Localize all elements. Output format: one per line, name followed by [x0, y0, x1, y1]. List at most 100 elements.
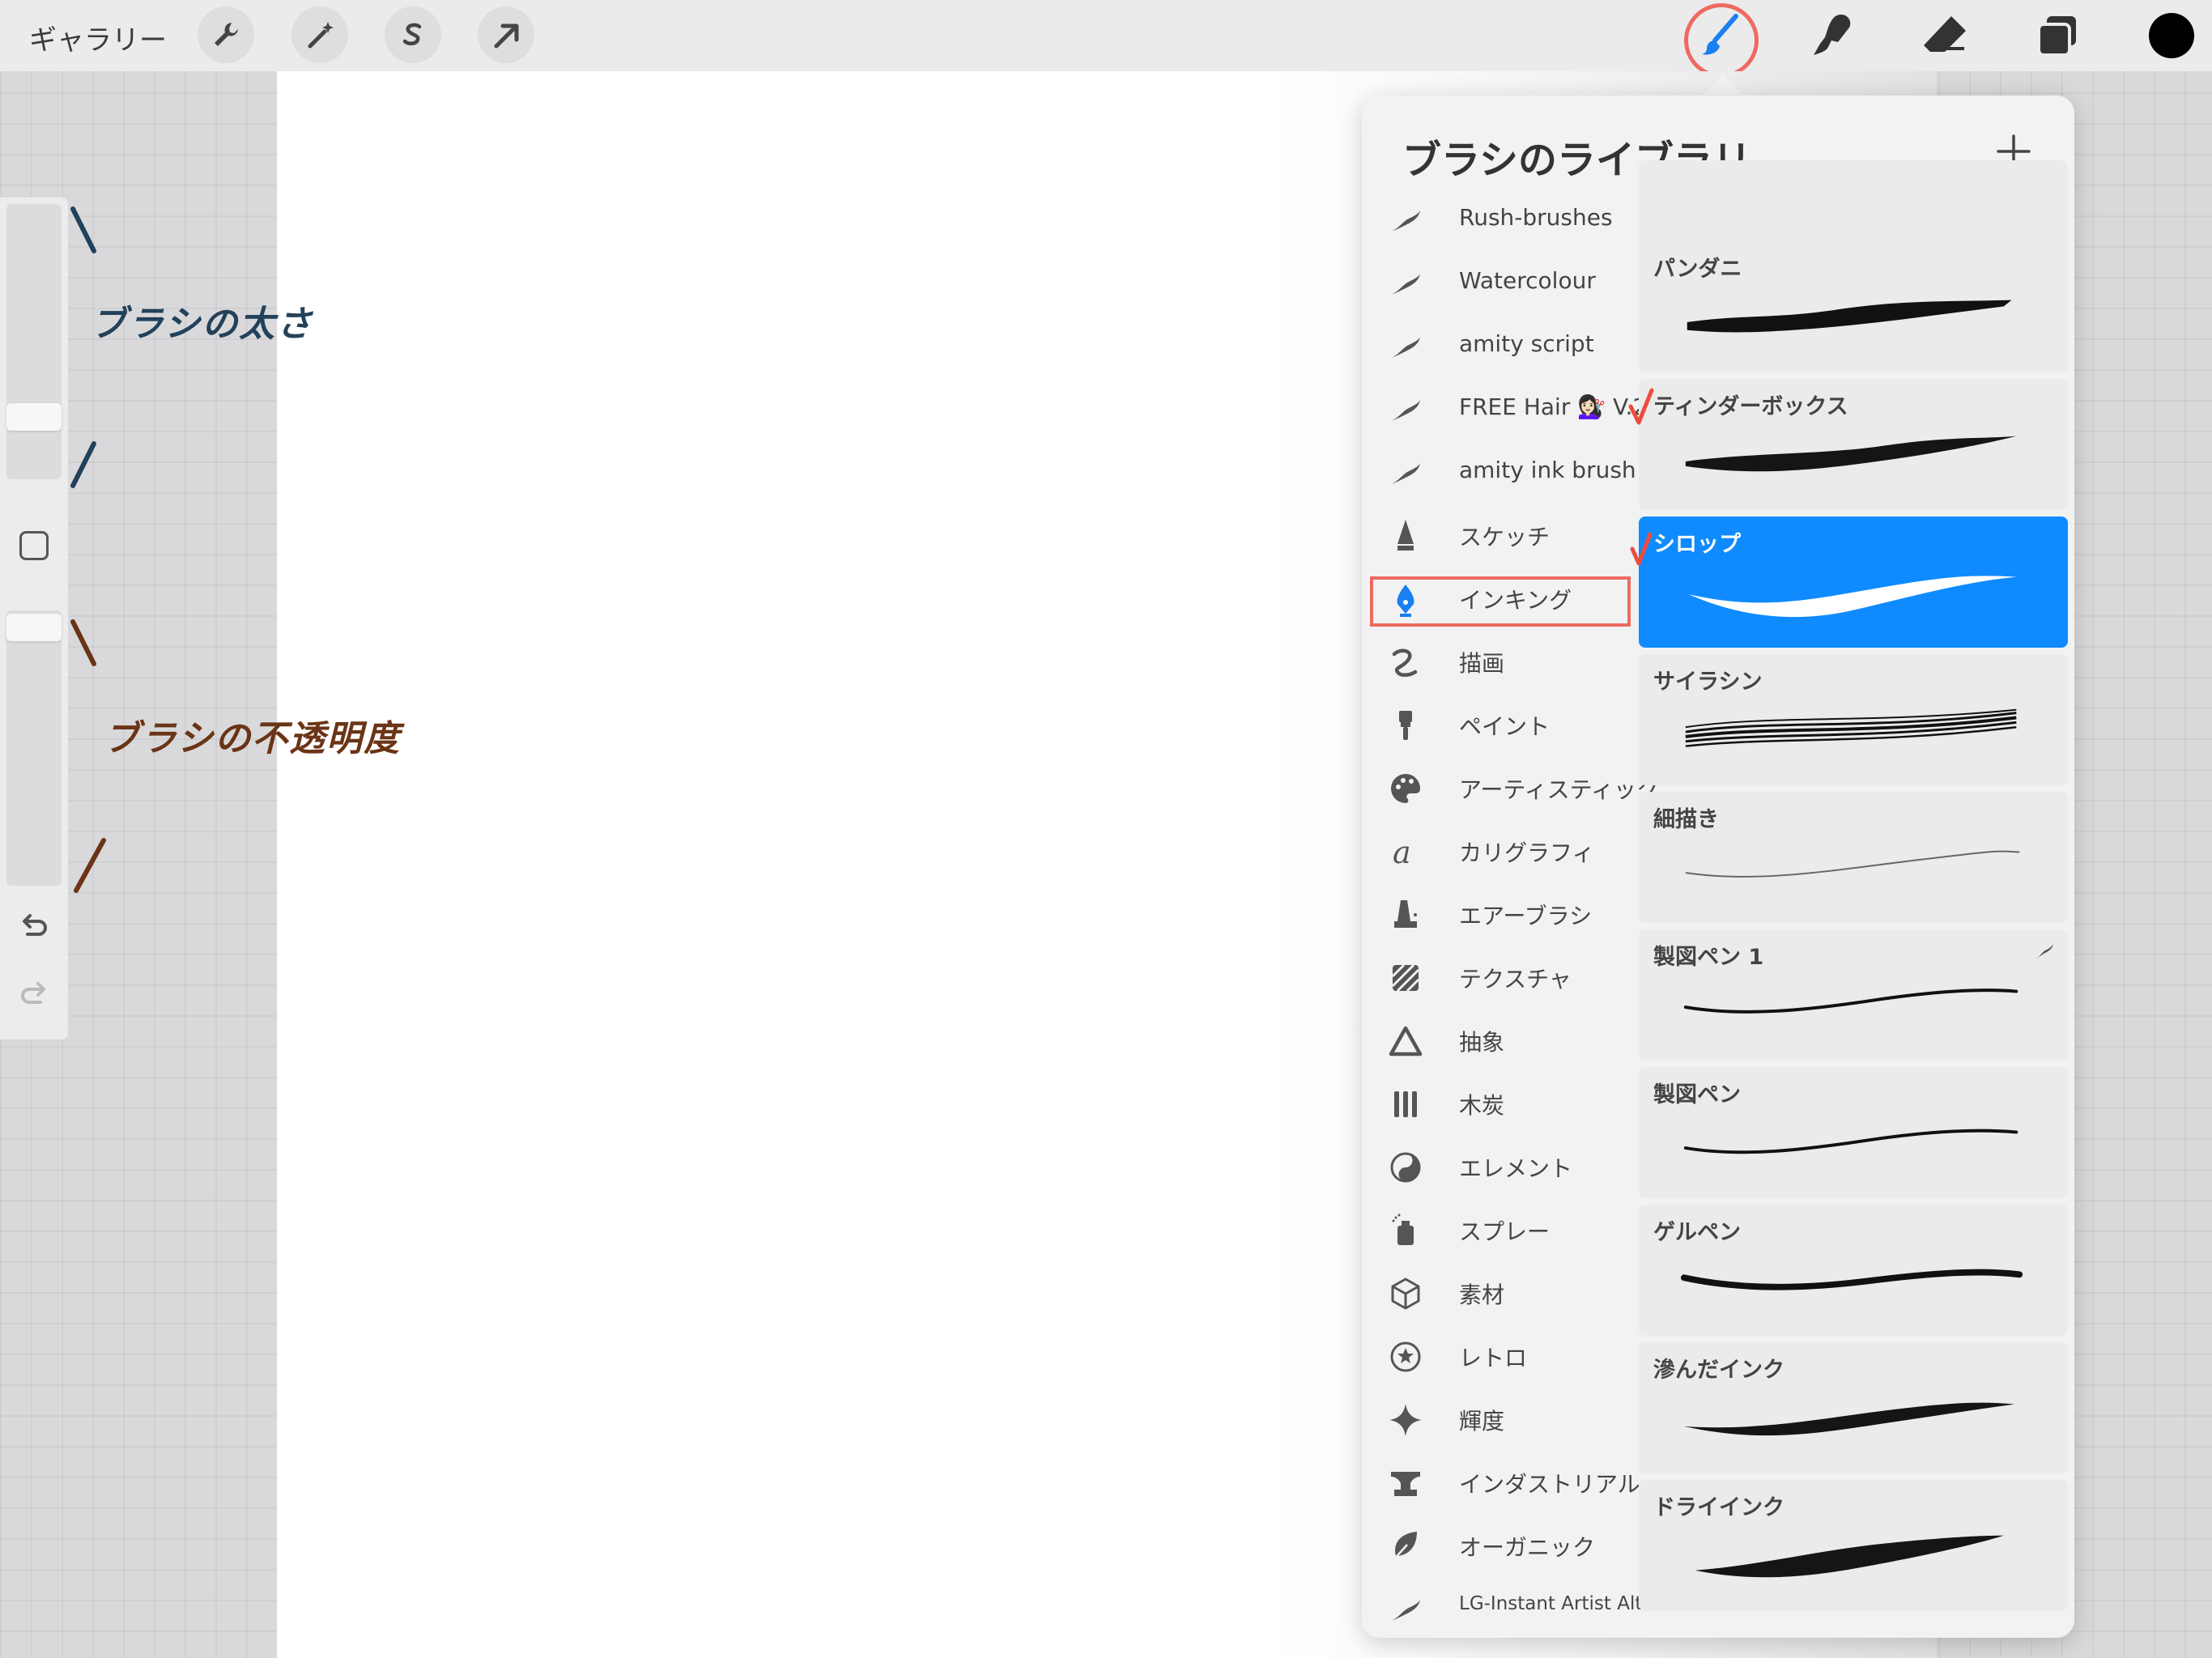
- opacity-bracket-top: [70, 619, 96, 666]
- brush-card[interactable]: 滲んだインク: [1639, 1342, 2068, 1473]
- brush-stroke-preview: [1685, 850, 2020, 878]
- brush-card[interactable]: ゲルペン: [1639, 1205, 2068, 1336]
- brush-category-item[interactable]: amity script: [1370, 316, 1605, 377]
- brush-category-item[interactable]: エレメント: [1370, 1137, 1605, 1198]
- brush-opacity-slider[interactable]: [6, 610, 62, 886]
- brush-category-item[interactable]: レトロ: [1370, 1326, 1605, 1388]
- brush-category-item[interactable]: Watercolour: [1370, 253, 1605, 314]
- undo-icon[interactable]: [18, 910, 50, 942]
- brush-stroke-preview: [1695, 1535, 2004, 1578]
- brush-card[interactable]: ドライインク: [1639, 1480, 2068, 1611]
- brush-card[interactable]: シロップ: [1639, 517, 2068, 648]
- brush-stroke-preview: [1683, 1402, 2015, 1436]
- cube-icon: [1388, 1276, 1423, 1312]
- brush-category-label: FREE Hair 💇🏻‍♀️ V.2: [1459, 393, 1648, 420]
- magic-wand-icon[interactable]: [291, 6, 348, 63]
- wrench-icon[interactable]: [198, 6, 254, 63]
- brush-stroke-icon: [1388, 1592, 1423, 1627]
- brush-category-label: amity script: [1459, 330, 1594, 357]
- brush-stroke-preview: [1685, 436, 2017, 472]
- yin-yang-icon: [1388, 1150, 1423, 1185]
- brush-size-slider[interactable]: [6, 204, 62, 479]
- brush-size-annotation: ブラシの太さ: [91, 304, 314, 345]
- redo-icon[interactable]: [18, 978, 50, 1010]
- brush-category-item[interactable]: 抽象: [1370, 1010, 1605, 1072]
- brush-category-label: 描画: [1459, 650, 1505, 677]
- layers-icon[interactable]: [2032, 10, 2084, 62]
- brush-card[interactable]: 細描き: [1639, 792, 2068, 923]
- brush-card[interactable]: 製図ペン 1: [1639, 929, 2068, 1061]
- brush-category-item[interactable]: a カリグラフィ: [1370, 821, 1605, 882]
- brush-stroke-icon: [1388, 266, 1423, 301]
- brush-category-item[interactable]: スケッチ: [1370, 505, 1605, 567]
- squiggle-icon: [1388, 644, 1423, 680]
- brush-category-item[interactable]: amity ink brush: [1370, 442, 1636, 504]
- gallery-button[interactable]: ギャラリー: [29, 18, 167, 57]
- brush-opacity-thumb[interactable]: [6, 614, 62, 641]
- brush-stroke-preview: [1680, 1269, 2023, 1290]
- brush-category-item[interactable]: ペイント: [1370, 695, 1605, 756]
- brush-category-item[interactable]: FREE Hair 💇🏻‍♀️ V.2: [1370, 379, 1647, 440]
- brush-category-label: アーティスティック: [1459, 776, 1659, 803]
- brush-card[interactable]: サイラシン: [1639, 654, 2068, 785]
- brush-stroke-icon: [1388, 329, 1423, 364]
- charcoal-icon: [1388, 1086, 1423, 1122]
- calligraphy-a-icon: a: [1388, 834, 1423, 870]
- brush-name-label: サイラシン: [1653, 670, 1763, 695]
- brush-category-label: インダストリアル: [1459, 1471, 1640, 1498]
- brush-category-item[interactable]: インダストリアル: [1370, 1452, 1640, 1514]
- brush-category-item[interactable]: 輝度: [1370, 1389, 1605, 1451]
- brush-category-item[interactable]: LG-Instant Artist Alt: [1370, 1579, 1642, 1638]
- brush-name-label: シロップ: [1653, 532, 1741, 557]
- eraser-icon[interactable]: [1919, 10, 1971, 62]
- brush-category-item[interactable]: エアーブラシ: [1370, 884, 1605, 946]
- brush-size-thumb[interactable]: [6, 403, 62, 431]
- brush-category-label: 抽象: [1459, 1029, 1505, 1056]
- brush-stroke-preview: [1688, 576, 2017, 618]
- svg-text:a: a: [1393, 835, 1411, 869]
- brush-card[interactable]: 製図ペン: [1639, 1067, 2068, 1198]
- palette-icon: [1388, 771, 1423, 806]
- check-mark-annotation: [1628, 388, 1654, 425]
- brush-stroke-preview: [1687, 300, 2012, 333]
- check-mark-annotation: [1630, 532, 1653, 566]
- brush-category-item[interactable]: 描画: [1370, 631, 1605, 693]
- brush-imported-icon: [2035, 944, 2053, 959]
- brush-category-item[interactable]: オーガニック: [1370, 1516, 1605, 1577]
- spray-can-icon: [1388, 1213, 1423, 1248]
- selection-s-icon[interactable]: [385, 6, 441, 63]
- brush-name-label: 滲んだインク: [1653, 1358, 1784, 1383]
- smudge-icon[interactable]: [1807, 10, 1859, 62]
- brush-name-label: ティンダーボックス: [1653, 394, 1848, 419]
- transform-arrow-icon[interactable]: [478, 6, 534, 63]
- brush-category-item[interactable]: 木炭: [1370, 1073, 1605, 1135]
- brush-category-label: カリグラフィ: [1459, 840, 1595, 866]
- brush-stroke-icon: [1388, 455, 1423, 491]
- brush-category-item[interactable]: Rush-brushes: [1370, 189, 1613, 251]
- brush-category-item[interactable]: テクスチャ: [1370, 947, 1605, 1009]
- brush-category-label: エアーブラシ: [1459, 903, 1593, 929]
- brush-category-label: Rush-brushes: [1459, 204, 1613, 231]
- triangle-icon: [1388, 1023, 1423, 1059]
- brush-category-label: amity ink brush: [1459, 457, 1636, 483]
- brush-category-item[interactable]: アーティスティック: [1370, 758, 1659, 819]
- brush-name-label: 製図ペン: [1653, 1082, 1741, 1107]
- brush-stroke-preview: [1683, 1129, 2018, 1154]
- leaf-icon: [1388, 1528, 1423, 1564]
- brush-category-item[interactable]: スプレー: [1370, 1200, 1605, 1261]
- sparkle-icon: [1388, 1402, 1423, 1438]
- brush-category-label: オーガニック: [1459, 1534, 1596, 1561]
- brush-card[interactable]: パンダニ: [1639, 241, 2068, 372]
- brush-card[interactable]: ティンダーボックス: [1639, 379, 2068, 510]
- modify-square-button[interactable]: [19, 531, 49, 560]
- color-picker-swatch[interactable]: [2149, 13, 2194, 58]
- inking-highlight-box: [1370, 576, 1631, 627]
- brush-category-label: 木炭: [1459, 1092, 1505, 1119]
- pencil-tip-icon: [1388, 518, 1423, 554]
- brush-category-label: スケッチ: [1459, 524, 1551, 551]
- brush-category-label: Watercolour: [1459, 267, 1596, 294]
- brush-stroke-preview: [1685, 708, 2017, 747]
- brush-category-item[interactable]: 素材: [1370, 1263, 1605, 1324]
- brush-stroke-icon: [1388, 202, 1423, 238]
- left-sidebar: [0, 198, 68, 1039]
